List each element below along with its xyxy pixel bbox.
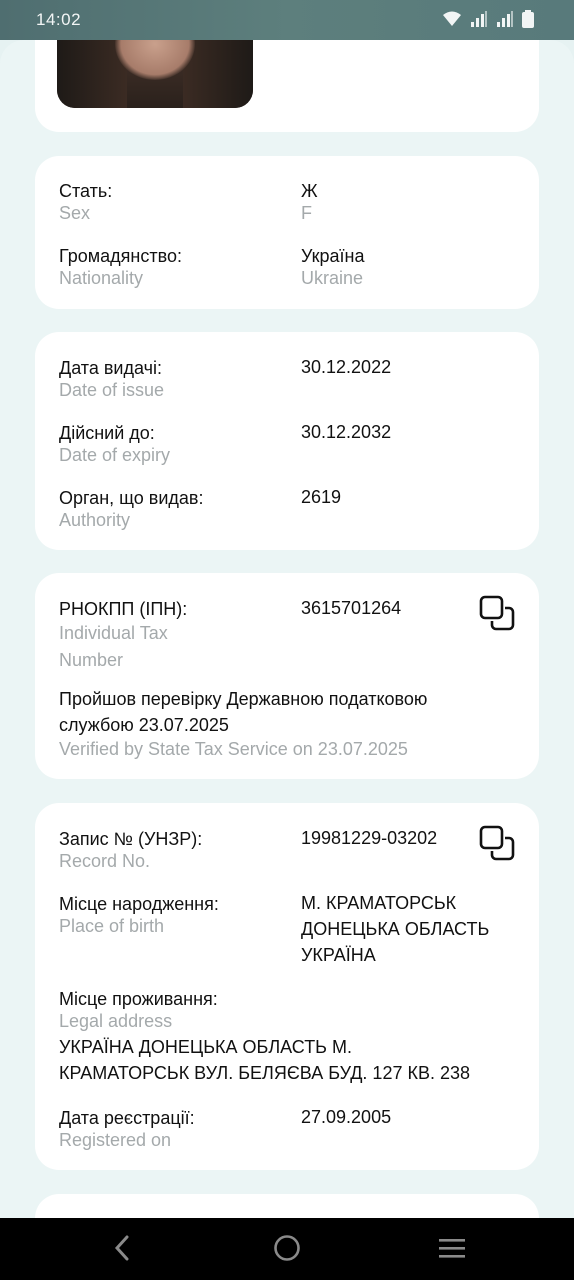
sex-row: Стать: Sex xyxy=(59,180,112,224)
tax-label: РНОКПП (ІПН): xyxy=(59,599,188,619)
record-value: 19981229-03202 xyxy=(301,828,438,848)
photo-card xyxy=(35,40,539,132)
record-label: Запис № (УНЗР): xyxy=(59,829,203,849)
battery-icon xyxy=(522,10,534,28)
signal-icon-2 xyxy=(496,10,514,28)
record-sub: Record No. xyxy=(59,851,151,871)
birth-place-label: Місце народження: xyxy=(59,894,219,914)
address-block: Місце проживання: Legal address УКРАЇНА … xyxy=(59,988,519,1086)
tax-sub-2: Number xyxy=(59,650,124,670)
tax-card: РНОКПП (ІПН): Individual Tax Number 3615… xyxy=(35,573,539,779)
issue-date-label: Дата видачі: xyxy=(59,358,162,378)
sex-value: Ж xyxy=(301,181,318,201)
dates-card: Дата видачі: Date of issue 30.12.2022 Ді… xyxy=(35,332,539,550)
registration-date-sub: Registered on xyxy=(59,1130,172,1150)
document-sheet: Стать: Sex Ж F Громадянство: Nationality… xyxy=(0,40,574,1220)
birth-place-value: М. КРАМАТОРСЬК ДОНЕЦЬКА ОБЛАСТЬ УКРАЇНА xyxy=(301,890,489,968)
personal-info-card: Стать: Sex Ж F Громадянство: Nationality… xyxy=(35,156,539,309)
signal-icon xyxy=(470,10,488,28)
address-line-1: УКРАЇНА ДОНЕЦЬКА ОБЛАСТЬ М. xyxy=(59,1037,352,1057)
tax-verified-line-1: Пройшов перевірку Державною податковою xyxy=(59,689,428,709)
authority-row: Орган, що видав: Authority xyxy=(59,487,203,531)
copy-record-button[interactable] xyxy=(477,825,517,865)
issue-date-row: Дата видачі: Date of issue xyxy=(59,357,164,401)
nationality-label: Громадянство: xyxy=(59,246,182,266)
nationality-value: Україна xyxy=(301,246,365,266)
nationality-value-sub: Ukraine xyxy=(301,268,364,288)
tax-verified-en: Verified by State Tax Service on 23.07.2… xyxy=(59,739,408,759)
registration-card: Запис № (УНЗР): Record No. 19981229-0320… xyxy=(35,803,539,1170)
tax-sub-1: Individual Tax xyxy=(59,623,168,643)
next-card xyxy=(35,1194,539,1220)
home-button[interactable] xyxy=(271,1234,303,1266)
sex-label: Стать: xyxy=(59,181,113,201)
registration-date-label: Дата реєстрації: xyxy=(59,1108,195,1128)
address-sub: Legal address xyxy=(59,1011,173,1031)
expiry-date-row: Дійсний до: Date of expiry xyxy=(59,422,170,466)
copy-tax-button[interactable] xyxy=(477,595,517,635)
recent-apps-button[interactable] xyxy=(436,1234,468,1266)
registration-date-row: Дата реєстрації: Registered on xyxy=(59,1107,195,1151)
birth-place-sub: Place of birth xyxy=(59,916,165,936)
authority-sub: Authority xyxy=(59,510,131,530)
recent-apps-icon xyxy=(438,1236,466,1265)
authority-label: Орган, що видав: xyxy=(59,488,204,508)
authority-value: 2619 xyxy=(301,487,342,507)
sex-sub: Sex xyxy=(59,203,91,223)
nationality-row: Громадянство: Nationality xyxy=(59,245,182,289)
back-icon xyxy=(112,1234,132,1267)
wifi-icon xyxy=(442,10,462,28)
address-label: Місце проживання: xyxy=(59,989,218,1009)
registration-date-value: 27.09.2005 xyxy=(301,1107,392,1127)
expiry-date-value: 30.12.2032 xyxy=(301,422,392,442)
birth-place-line-1: М. КРАМАТОРСЬК xyxy=(301,893,457,913)
birth-place-line-3: УКРАЇНА xyxy=(301,945,376,965)
expiry-date-label: Дійсний до: xyxy=(59,423,155,443)
birth-place-line-2: ДОНЕЦЬКА ОБЛАСТЬ xyxy=(301,919,490,939)
system-nav-bar xyxy=(0,1218,574,1280)
status-time: 14:02 xyxy=(36,10,82,29)
birth-place-row: Місце народження: Place of birth xyxy=(59,893,219,937)
tax-number-value: 3615701264 xyxy=(301,598,402,618)
copy-icon xyxy=(479,825,515,866)
sex-value-sub: F xyxy=(301,203,312,223)
address-line-2: КРАМАТОРСЬК ВУЛ. БЕЛЯЄВА БУД. 127 КВ. 23… xyxy=(59,1063,470,1083)
tax-verified-text: Пройшов перевірку Державною податковою с… xyxy=(59,686,519,760)
copy-icon xyxy=(479,595,515,636)
record-row: Запис № (УНЗР): Record No. xyxy=(59,828,202,872)
issue-date-value: 30.12.2022 xyxy=(301,357,392,377)
tax-verified-line-2: службою 23.07.2025 xyxy=(59,715,229,735)
document-photo xyxy=(57,40,253,108)
issue-date-sub: Date of issue xyxy=(59,380,165,400)
nationality-sub: Nationality xyxy=(59,268,144,288)
status-bar: 14:02 xyxy=(0,0,574,40)
status-icons xyxy=(442,10,534,28)
back-button[interactable] xyxy=(106,1234,138,1266)
home-icon xyxy=(273,1234,301,1267)
tax-row: РНОКПП (ІПН): Individual Tax Number xyxy=(59,598,187,674)
expiry-date-sub: Date of expiry xyxy=(59,445,171,465)
